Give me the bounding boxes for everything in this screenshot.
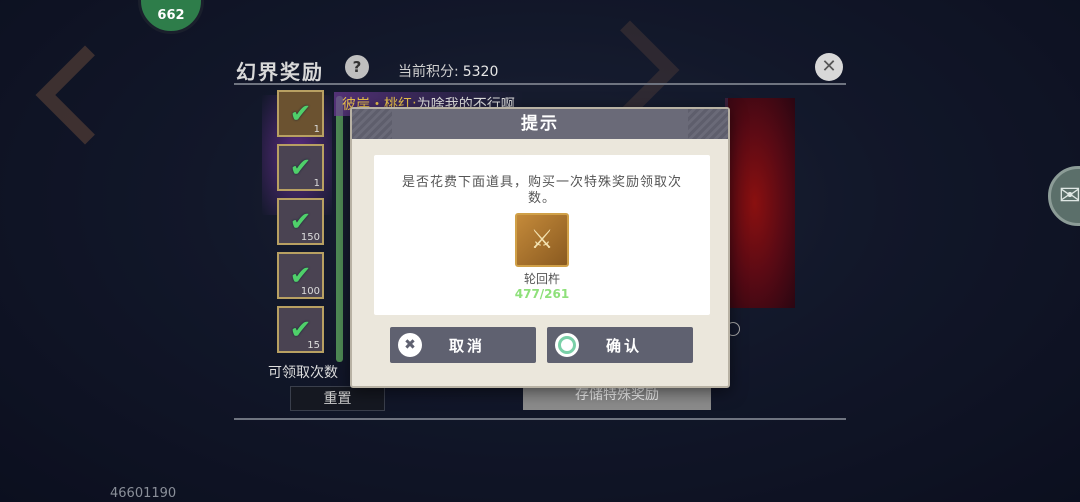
item-count: 477/261 [514, 287, 570, 301]
reward-item[interactable]: ✔ 150 [277, 198, 324, 245]
claim-count-label: 可领取次数 [268, 365, 338, 381]
close-icon[interactable]: ✕ [815, 53, 843, 81]
check-icon: ✔ [289, 152, 312, 183]
help-icon[interactable]: ? [345, 55, 369, 79]
confirm-button[interactable]: 确认 [547, 327, 693, 363]
dialog-body: 是否花费下面道具，购买一次特殊奖励领取次数。 ⚔ 轮回杵 477/261 [374, 155, 710, 315]
confirm-dialog: 提示 是否花费下面道具，购买一次特殊奖励领取次数。 ⚔ 轮回杵 477/261 … [350, 107, 730, 388]
top-badge-text: 662 [157, 8, 185, 23]
confirm-label: 确认 [605, 336, 642, 355]
reset-button[interactable]: 重置 [290, 386, 385, 411]
panel-title: 幻界奖励 [236, 60, 324, 84]
dialog-title: 提示 [352, 109, 728, 139]
points-row: 当前积分: 5320 [398, 61, 498, 81]
reward-qty: 100 [300, 286, 320, 297]
divider-top [234, 83, 846, 85]
reward-item[interactable]: ✔ 1 [277, 90, 324, 137]
reward-qty: 1 [313, 124, 320, 135]
footer-id: 46601190 [110, 486, 177, 501]
points-value: 5320 [462, 64, 499, 80]
confirm-circle-icon [555, 333, 579, 357]
divider-bottom [234, 418, 846, 420]
cancel-icon: ✖ [398, 333, 422, 357]
cancel-button[interactable]: ✖ 取消 [390, 327, 536, 363]
dialog-message: 是否花费下面道具，购买一次特殊奖励领取次数。 [401, 175, 682, 206]
cancel-label: 取消 [448, 336, 485, 355]
character-art [725, 98, 795, 308]
reward-item[interactable]: ✔ 1 [277, 144, 324, 191]
reward-list: ✔ 1 ✔ 1 ✔ 150 ✔ 100 ✔ 15 [277, 90, 325, 360]
item-name: 轮回杵 [523, 272, 560, 286]
reward-qty: 15 [307, 340, 320, 351]
pestle-item-icon[interactable]: ⚔ [515, 213, 569, 267]
points-label: 当前积分: [398, 64, 459, 80]
progress-track [336, 96, 343, 362]
check-icon: ✔ [289, 98, 312, 129]
reward-item[interactable]: ✔ 15 [277, 306, 324, 353]
reward-item[interactable]: ✔ 100 [277, 252, 324, 299]
reward-qty: 1 [313, 178, 320, 189]
reward-qty: 150 [300, 232, 320, 243]
wechat-icon: ✉ [1059, 181, 1080, 211]
